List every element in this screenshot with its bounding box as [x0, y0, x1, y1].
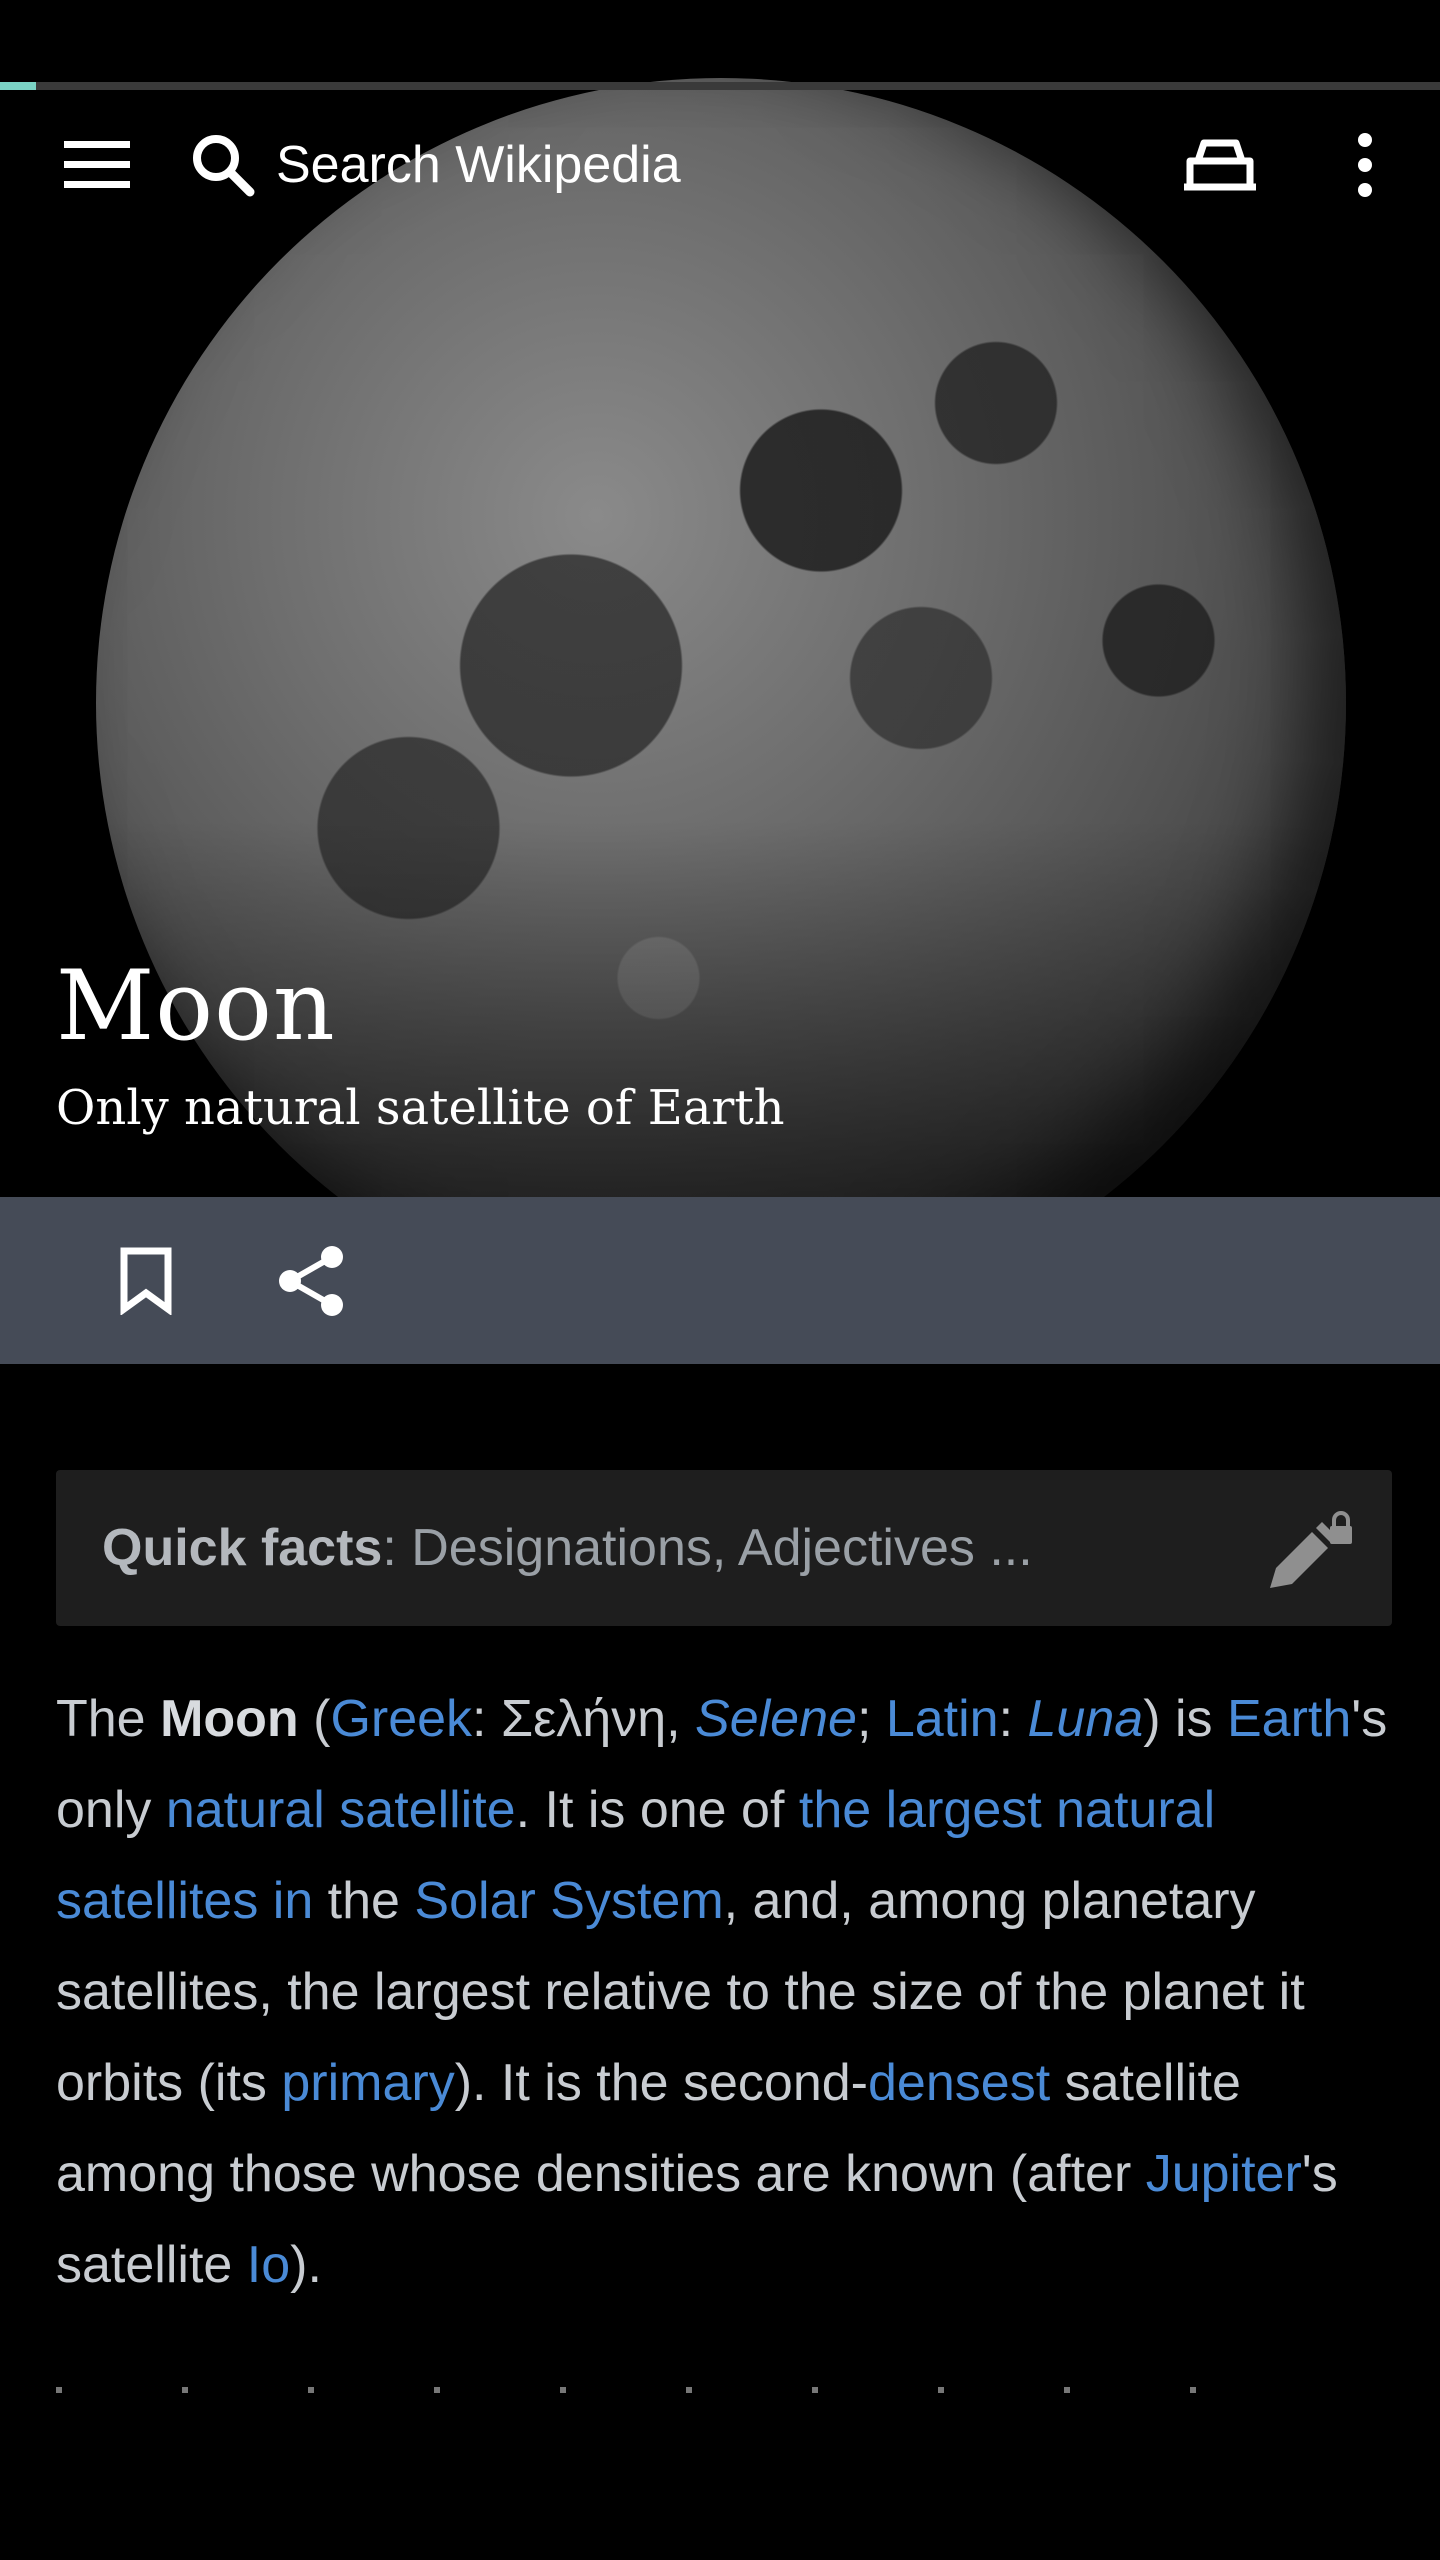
share-button[interactable] [256, 1231, 366, 1331]
more-options-button[interactable] [1320, 120, 1410, 210]
link-earth[interactable]: Earth [1227, 1690, 1351, 1748]
page-load-progress-track [0, 82, 1440, 90]
paragraph-text: : [998, 1690, 1028, 1748]
edit-section-button[interactable] [1262, 1506, 1354, 1596]
link-primary[interactable]: primary [281, 2054, 454, 2112]
paragraph-text: ). [290, 2236, 322, 2294]
bookmark-icon [120, 1247, 172, 1315]
paragraph-text: ) is [1143, 1690, 1227, 1748]
save-button[interactable] [96, 1231, 196, 1331]
link-selene[interactable]: Selene [695, 1690, 857, 1748]
link-densest[interactable]: densest [868, 2054, 1050, 2112]
menu-button[interactable] [52, 120, 142, 210]
paragraph-text: . It is one of [515, 1781, 799, 1839]
search-icon [193, 135, 255, 197]
quick-facts-items: Designations, Adjectives ... [411, 1519, 1033, 1577]
quick-facts-separator: : [382, 1519, 412, 1577]
quick-facts-summary: Quick facts: Designations, Adjectives ..… [102, 1518, 1033, 1578]
paragraph-text: ; [856, 1690, 886, 1748]
quick-facts-label: Quick facts [102, 1519, 383, 1577]
page-description: Only natural satellite of Earth [56, 1080, 785, 1136]
link-io[interactable]: Io [247, 2236, 290, 2294]
link-solar-system[interactable]: Solar System [414, 1872, 723, 1930]
reading-lists-button[interactable] [1170, 120, 1270, 210]
link-greek[interactable]: Greek [330, 1690, 472, 1748]
paragraph-text: The [56, 1690, 161, 1748]
paragraph-text: ). It is the second- [454, 2054, 869, 2112]
article-lead-paragraph: The Moon (Greek: Σελήνη, Selene; Latin: … [56, 1674, 1396, 2311]
top-toolbar: Search Wikipedia [0, 90, 1440, 240]
reading-lists-icon [1184, 139, 1256, 191]
more-vertical-icon [1358, 133, 1372, 197]
link-luna[interactable]: Luna [1028, 1690, 1144, 1748]
link-jupiter[interactable]: Jupiter [1146, 2145, 1302, 2203]
page-load-progress-bar [0, 82, 36, 90]
share-icon [279, 1246, 343, 1316]
article-action-bar [0, 1197, 1440, 1364]
page-title: Moon [56, 950, 336, 1062]
next-paragraph-cut-off [56, 2380, 1356, 2394]
link-latin[interactable]: Latin [886, 1690, 999, 1748]
bold-term-moon: Moon [160, 1690, 299, 1748]
edit-locked-icon [1270, 1511, 1352, 1588]
paragraph-text: : Σελήνη, [472, 1690, 696, 1748]
hamburger-menu-icon [64, 141, 130, 188]
lead-image-header: Search Wikipedia Moon Only natural satel… [0, 0, 1440, 1197]
search-bar[interactable]: Search Wikipedia [190, 120, 690, 210]
paragraph-text: the [313, 1872, 415, 1930]
search-placeholder: Search Wikipedia [276, 136, 681, 194]
paragraph-text: ( [298, 1690, 331, 1748]
quick-facts-infobox[interactable]: Quick facts: Designations, Adjectives ..… [56, 1470, 1392, 1626]
link-natural-satellite[interactable]: natural satellite [166, 1781, 516, 1839]
